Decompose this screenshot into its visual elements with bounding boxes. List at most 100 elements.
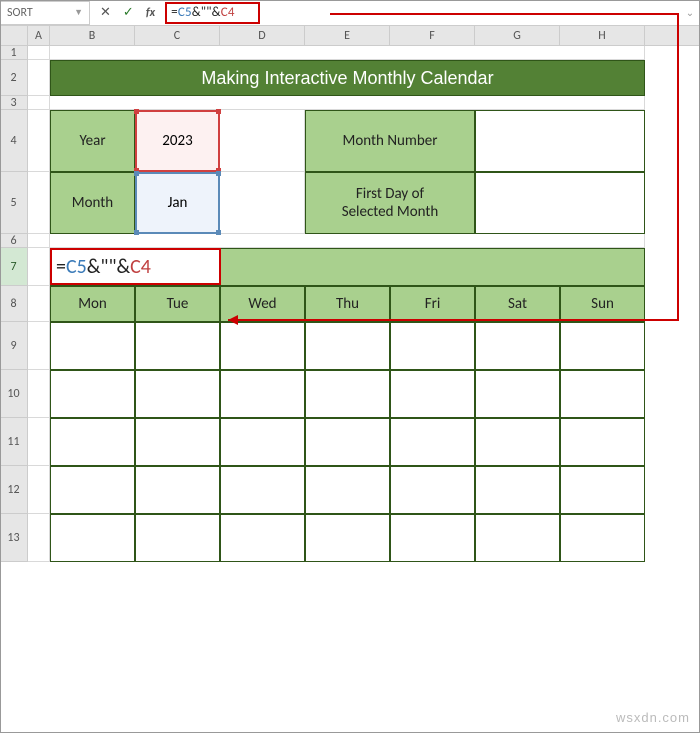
- cell[interactable]: [28, 322, 50, 370]
- first-day-value-cell[interactable]: [475, 172, 645, 234]
- month-label-cell[interactable]: Month: [50, 172, 135, 234]
- expand-icon[interactable]: ⌄: [680, 6, 700, 19]
- calendar-cell[interactable]: [560, 418, 645, 466]
- calendar-cell[interactable]: [475, 466, 560, 514]
- enter-icon[interactable]: ✓: [123, 5, 134, 20]
- cell[interactable]: [28, 60, 50, 96]
- cell[interactable]: [220, 110, 305, 172]
- formula-input[interactable]: =C5&" "&C4: [165, 2, 260, 24]
- year-label-cell[interactable]: Year: [50, 110, 135, 172]
- calendar-cell[interactable]: [220, 418, 305, 466]
- calendar-cell[interactable]: [50, 514, 135, 562]
- calendar-cell[interactable]: [390, 514, 475, 562]
- col-header-f[interactable]: F: [390, 26, 475, 45]
- cell[interactable]: [50, 234, 645, 248]
- first-day-label-cell[interactable]: First Day of Selected Month: [305, 172, 475, 234]
- cell[interactable]: [28, 466, 50, 514]
- calendar-cell[interactable]: [220, 514, 305, 562]
- formula-edit-cell[interactable]: =C5&" "&C4: [50, 248, 221, 285]
- calendar-cell[interactable]: [135, 514, 220, 562]
- cell[interactable]: [28, 248, 50, 286]
- cancel-icon[interactable]: ✕: [100, 5, 111, 20]
- fx-icon[interactable]: fx: [146, 6, 155, 20]
- day-header-sun[interactable]: Sun: [560, 286, 645, 322]
- cell[interactable]: [28, 46, 50, 60]
- row-header-8[interactable]: 8: [0, 286, 28, 322]
- merged-header-cell[interactable]: =C5&" "&C4: [50, 248, 645, 286]
- calendar-cell[interactable]: [560, 514, 645, 562]
- calendar-cell[interactable]: [305, 514, 390, 562]
- calendar-cell[interactable]: [50, 322, 135, 370]
- cell[interactable]: [28, 110, 50, 172]
- row-header-4[interactable]: 4: [0, 110, 28, 172]
- calendar-cell[interactable]: [475, 418, 560, 466]
- row-header-3[interactable]: 3: [0, 96, 28, 110]
- row-header-1[interactable]: 1: [0, 46, 28, 60]
- cell[interactable]: [28, 172, 50, 234]
- name-box[interactable]: SORT ▼: [0, 1, 90, 25]
- chevron-down-icon[interactable]: ▼: [74, 7, 83, 18]
- row-header-11[interactable]: 11: [0, 418, 28, 466]
- cell[interactable]: [28, 418, 50, 466]
- month-number-label-cell[interactable]: Month Number: [305, 110, 475, 172]
- day-header-wed[interactable]: Wed: [220, 286, 305, 322]
- calendar-cell[interactable]: [475, 322, 560, 370]
- select-all-corner[interactable]: [0, 26, 28, 45]
- row-header-7[interactable]: 7: [0, 248, 28, 286]
- cell[interactable]: [28, 514, 50, 562]
- calendar-cell[interactable]: [305, 322, 390, 370]
- calendar-cell[interactable]: [50, 466, 135, 514]
- calendar-cell[interactable]: [560, 370, 645, 418]
- cell[interactable]: [50, 96, 645, 110]
- calendar-cell[interactable]: [390, 418, 475, 466]
- row-header-10[interactable]: 10: [0, 370, 28, 418]
- month-number-value-cell[interactable]: [475, 110, 645, 172]
- col-header-c[interactable]: C: [135, 26, 220, 45]
- col-header-g[interactable]: G: [475, 26, 560, 45]
- col-header-b[interactable]: B: [50, 26, 135, 45]
- calendar-cell[interactable]: [135, 466, 220, 514]
- calendar-cell[interactable]: [50, 418, 135, 466]
- day-header-mon[interactable]: Mon: [50, 286, 135, 322]
- col-header-a[interactable]: A: [28, 26, 50, 45]
- row-header-6[interactable]: 6: [0, 234, 28, 248]
- calendar-cell[interactable]: [135, 418, 220, 466]
- calendar-cell[interactable]: [305, 466, 390, 514]
- calendar-cell[interactable]: [560, 322, 645, 370]
- row-header-5[interactable]: 5: [0, 172, 28, 234]
- calendar-cell[interactable]: [50, 370, 135, 418]
- calendar-cell[interactable]: [220, 466, 305, 514]
- calendar-cell[interactable]: [220, 322, 305, 370]
- col-header-d[interactable]: D: [220, 26, 305, 45]
- year-value-cell[interactable]: 2023: [135, 110, 220, 172]
- row-header-9[interactable]: 9: [0, 322, 28, 370]
- col-header-h[interactable]: H: [560, 26, 645, 45]
- calendar-cell[interactable]: [135, 370, 220, 418]
- row-header-2[interactable]: 2: [0, 60, 28, 96]
- calendar-cell[interactable]: [475, 514, 560, 562]
- cell[interactable]: [28, 96, 50, 110]
- calendar-cell[interactable]: [390, 370, 475, 418]
- calendar-cell[interactable]: [390, 466, 475, 514]
- calendar-cell[interactable]: [135, 322, 220, 370]
- row-header-13[interactable]: 13: [0, 514, 28, 562]
- cell[interactable]: [28, 370, 50, 418]
- day-header-fri[interactable]: Fri: [390, 286, 475, 322]
- calendar-cell[interactable]: [305, 370, 390, 418]
- title-cell[interactable]: Making Interactive Monthly Calendar: [50, 60, 645, 96]
- calendar-cell[interactable]: [560, 466, 645, 514]
- calendar-cell[interactable]: [305, 418, 390, 466]
- day-header-sat[interactable]: Sat: [475, 286, 560, 322]
- cell[interactable]: [50, 46, 645, 60]
- calendar-cell[interactable]: [390, 322, 475, 370]
- cell[interactable]: [28, 286, 50, 322]
- row-header-12[interactable]: 12: [0, 466, 28, 514]
- cell[interactable]: [220, 172, 305, 234]
- day-header-tue[interactable]: Tue: [135, 286, 220, 322]
- day-header-thu[interactable]: Thu: [305, 286, 390, 322]
- calendar-cell[interactable]: [220, 370, 305, 418]
- cell[interactable]: [28, 234, 50, 248]
- col-header-e[interactable]: E: [305, 26, 390, 45]
- calendar-cell[interactable]: [475, 370, 560, 418]
- month-value-cell[interactable]: Jan: [135, 172, 220, 234]
